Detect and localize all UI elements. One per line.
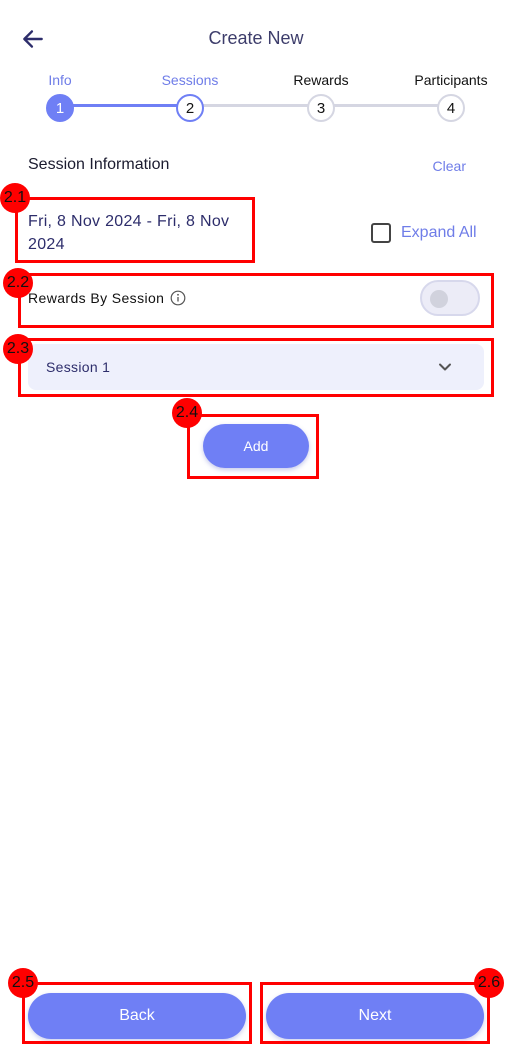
annotation-badge: 2.1 bbox=[0, 183, 30, 213]
header: Create New bbox=[0, 0, 512, 78]
step-number: 3 bbox=[307, 94, 335, 122]
step-participants[interactable]: Participants 4 bbox=[406, 70, 496, 122]
info-icon[interactable] bbox=[170, 290, 186, 306]
chevron-down-icon[interactable] bbox=[436, 358, 454, 376]
step-label: Sessions bbox=[161, 72, 219, 88]
step-label: Rewards bbox=[293, 72, 349, 88]
toggle-knob bbox=[430, 290, 448, 308]
back-button[interactable]: Back bbox=[28, 993, 246, 1039]
step-sessions[interactable]: Sessions 2 bbox=[145, 70, 235, 122]
step-number: 1 bbox=[46, 94, 74, 122]
rewards-by-session-label: Rewards By Session bbox=[28, 290, 165, 306]
step-label: Info bbox=[48, 72, 72, 88]
section-title: Session Information bbox=[28, 156, 170, 173]
annotation-badge: 2.6 bbox=[474, 968, 504, 998]
clear-link[interactable]: Clear bbox=[433, 158, 466, 174]
step-number: 4 bbox=[437, 94, 465, 122]
page-title: Create New bbox=[208, 28, 304, 48]
annotation-badge: 2.5 bbox=[8, 968, 38, 998]
annotation-badge: 2.4 bbox=[172, 398, 202, 428]
step-label: Participants bbox=[414, 72, 488, 88]
checkbox-icon[interactable] bbox=[371, 223, 391, 243]
expand-all-checkbox[interactable]: Expand All bbox=[371, 223, 477, 243]
step-rewards[interactable]: Rewards 3 bbox=[276, 70, 366, 122]
date-range[interactable]: Fri, 8 Nov 2024 - Fri, 8 Nov 2024 bbox=[28, 210, 248, 256]
rewards-by-session-toggle[interactable] bbox=[420, 280, 480, 316]
session-label: Session 1 bbox=[46, 359, 111, 375]
expand-all-label: Expand All bbox=[401, 224, 477, 241]
rewards-by-session-row: Rewards By Session bbox=[28, 290, 186, 306]
stepper: Info 1 Sessions 2 Rewards 3 Participants… bbox=[0, 70, 512, 126]
step-info[interactable]: Info 1 bbox=[15, 70, 105, 122]
add-button[interactable]: Add bbox=[203, 424, 309, 468]
step-number: 2 bbox=[176, 94, 204, 122]
session-accordion[interactable]: Session 1 bbox=[28, 344, 484, 390]
next-button[interactable]: Next bbox=[266, 993, 484, 1039]
